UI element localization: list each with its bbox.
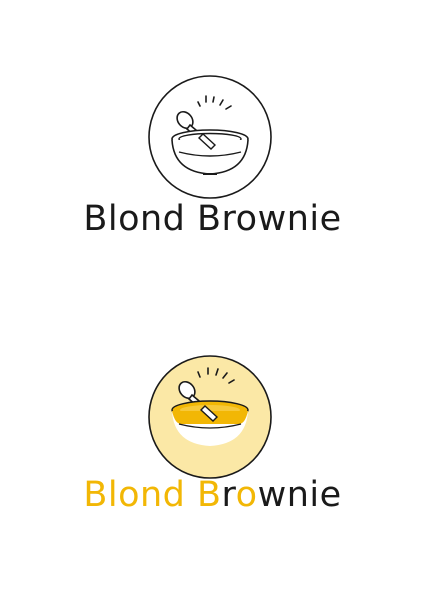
brand-name-space [185,475,197,515]
brand-name-ending: wnie [257,475,342,515]
mixing-bowl-with-spoon-icon [148,355,272,479]
outline-logo-mark [145,72,275,202]
brand-name-letter-o: o [235,475,258,515]
color-logo: Blond Brownie [0,300,425,560]
brand-name-letter-r: r [221,475,236,515]
brand-name-initial-b: B [197,475,222,515]
brand-name: Blond Brownie [83,199,342,239]
brand-name-part-blond: Blond [83,475,186,515]
mixing-bowl-with-spoon-icon [148,75,272,199]
color-logo-mark [145,352,275,482]
outline-logo: Blond Brownie [0,0,425,260]
brand-name-color: Blond Brownie [0,475,425,515]
